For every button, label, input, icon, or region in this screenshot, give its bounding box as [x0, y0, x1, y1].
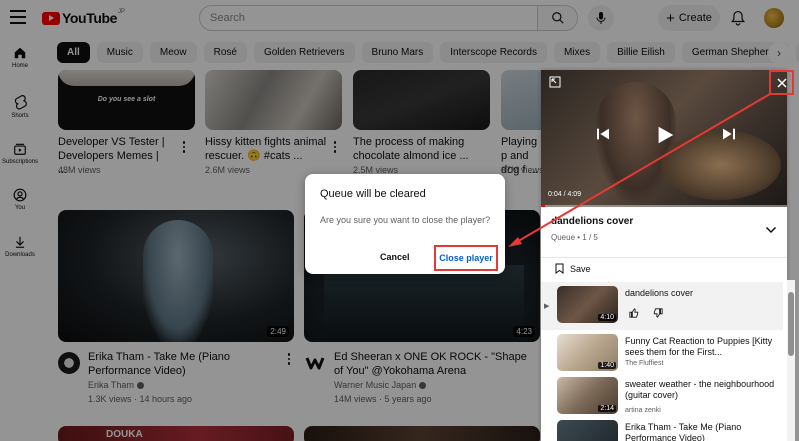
dialog-title: Queue will be cleared: [320, 188, 426, 200]
now-playing-title: dandelions cover: [551, 216, 634, 227]
queue-position: Queue • 1 / 5: [551, 233, 598, 242]
video-duration: 2:14: [598, 405, 616, 412]
close-player-confirm-button[interactable]: Close player: [434, 245, 498, 271]
save-button[interactable]: Save: [555, 263, 591, 274]
queue-item-channel: artina zenki: [625, 407, 661, 414]
queue-item[interactable]: 2:14 sweater weather - the neighbourhood…: [541, 373, 783, 421]
close-player-button[interactable]: [769, 70, 794, 95]
cancel-button[interactable]: Cancel: [380, 252, 410, 262]
queue-item[interactable]: 1:40 Funny Cat Reaction to Puppies [Kitt…: [541, 330, 783, 378]
progress-fill: [541, 205, 545, 207]
queue-thumbnail: [557, 420, 618, 441]
queue-scrollbar[interactable]: [787, 280, 795, 441]
dislike-icon[interactable]: [653, 308, 663, 318]
expand-icon[interactable]: [549, 76, 561, 88]
playback-time: 0:04 / 4:09: [548, 191, 582, 198]
miniplayer-video[interactable]: 0:04 / 4:09: [541, 70, 787, 207]
video-duration: 4:10: [598, 314, 616, 321]
next-icon[interactable]: [721, 126, 737, 142]
miniplayer: 0:04 / 4:09 dandelions cover Queue • 1 /…: [541, 70, 794, 441]
queue-item-title: Erika Tham - Take Me (Piano Performance …: [625, 422, 742, 441]
like-icon[interactable]: [629, 308, 639, 318]
previous-icon[interactable]: [595, 126, 611, 142]
queue-item-title: Funny Cat Reaction to Puppies [Kitty see…: [625, 336, 773, 357]
queue-item-channel: The Fluffiest: [625, 360, 664, 367]
bookmark-icon: [555, 263, 564, 274]
queue-thumbnail: 4:10: [557, 286, 618, 323]
queue-thumbnail: 2:14: [557, 377, 618, 414]
save-label: Save: [570, 263, 591, 274]
video-duration: 1:40: [598, 362, 616, 369]
play-icon[interactable]: [654, 124, 676, 146]
now-playing-marker-icon: ▶: [544, 303, 550, 310]
chevron-down-icon[interactable]: [765, 225, 777, 235]
queue-thumbnail: 1:40: [557, 334, 618, 371]
close-icon: [776, 77, 787, 88]
dialog-message: Are you sure you want to close the playe…: [320, 215, 491, 225]
divider: [541, 257, 787, 258]
queue-item[interactable]: Erika Tham - Take Me (Piano Performance …: [541, 416, 783, 441]
rating-buttons: [629, 308, 663, 318]
queue-item-title: sweater weather - the neighbourhood (gui…: [625, 379, 775, 400]
scrollbar-thumb[interactable]: [788, 292, 794, 356]
queue-item[interactable]: ▶ 4:10 dandelions cover: [541, 282, 783, 330]
queue-item-title: dandelions cover: [625, 288, 694, 298]
close-player-label: Close player: [439, 253, 493, 263]
progress-bar[interactable]: [541, 205, 787, 207]
